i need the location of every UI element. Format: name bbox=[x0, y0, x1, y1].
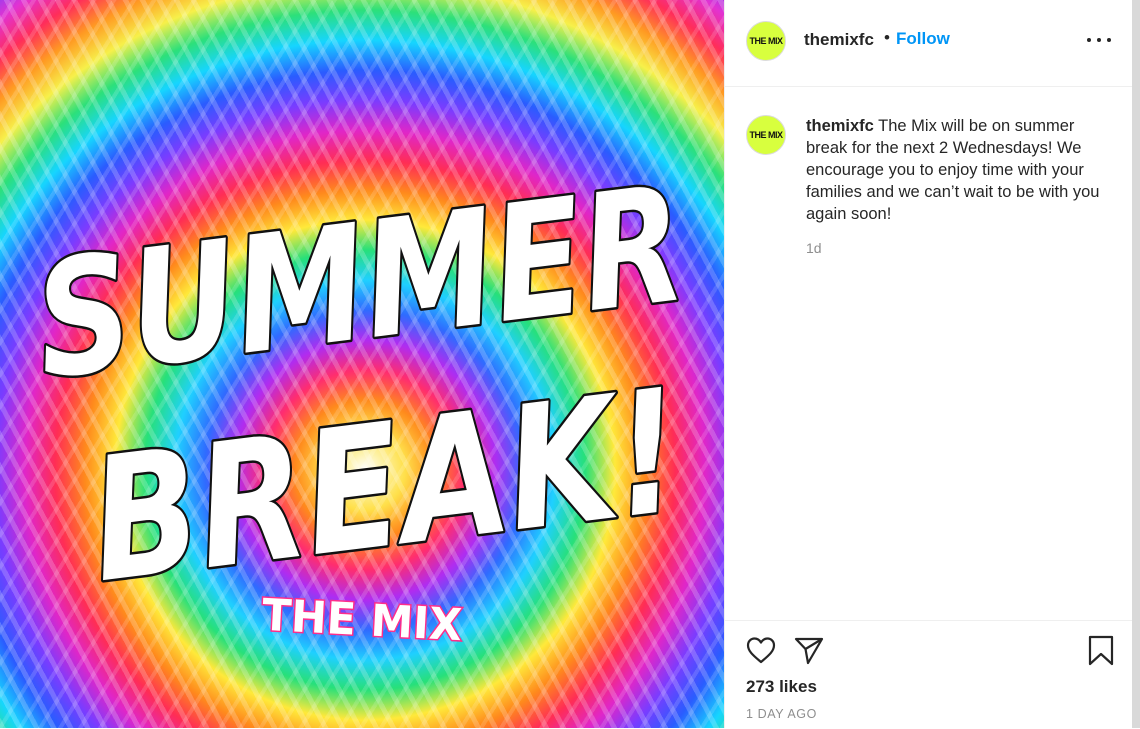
post-image-artwork: SUMMER BREAK! THE MIX bbox=[23, 148, 696, 653]
image-brand-text: THE MIX bbox=[261, 590, 463, 651]
header-username[interactable]: themixfc bbox=[804, 30, 874, 50]
avatar-text: THE MIX bbox=[749, 36, 783, 46]
post-actions: 273 likes 1 DAY AGO bbox=[725, 620, 1133, 729]
avatar[interactable]: THE MIX bbox=[746, 21, 786, 61]
caption-avatar-text: THE MIX bbox=[749, 130, 783, 140]
post-header: THE MIX themixfc • Follow bbox=[725, 0, 1133, 87]
header-separator: • bbox=[884, 28, 890, 47]
caption-avatar[interactable]: THE MIX bbox=[746, 115, 786, 155]
scrollbar[interactable] bbox=[1132, 0, 1140, 728]
send-icon[interactable] bbox=[793, 635, 825, 665]
post-sidebar: THE MIX themixfc • Follow THE MIX themix… bbox=[724, 0, 1133, 728]
ellipsis-icon[interactable] bbox=[1087, 30, 1111, 50]
caption-timestamp[interactable]: 1d bbox=[806, 240, 822, 256]
caption: themixfc The Mix will be on summer break… bbox=[806, 115, 1111, 225]
bookmark-icon[interactable] bbox=[1087, 635, 1115, 667]
heart-icon[interactable] bbox=[745, 635, 777, 665]
post-image[interactable]: SUMMER BREAK! THE MIX bbox=[0, 0, 724, 728]
likes-count[interactable]: 273 likes bbox=[746, 677, 817, 697]
caption-username[interactable]: themixfc bbox=[806, 117, 874, 135]
follow-button[interactable]: Follow bbox=[896, 29, 950, 49]
post-date: 1 DAY AGO bbox=[746, 707, 817, 721]
